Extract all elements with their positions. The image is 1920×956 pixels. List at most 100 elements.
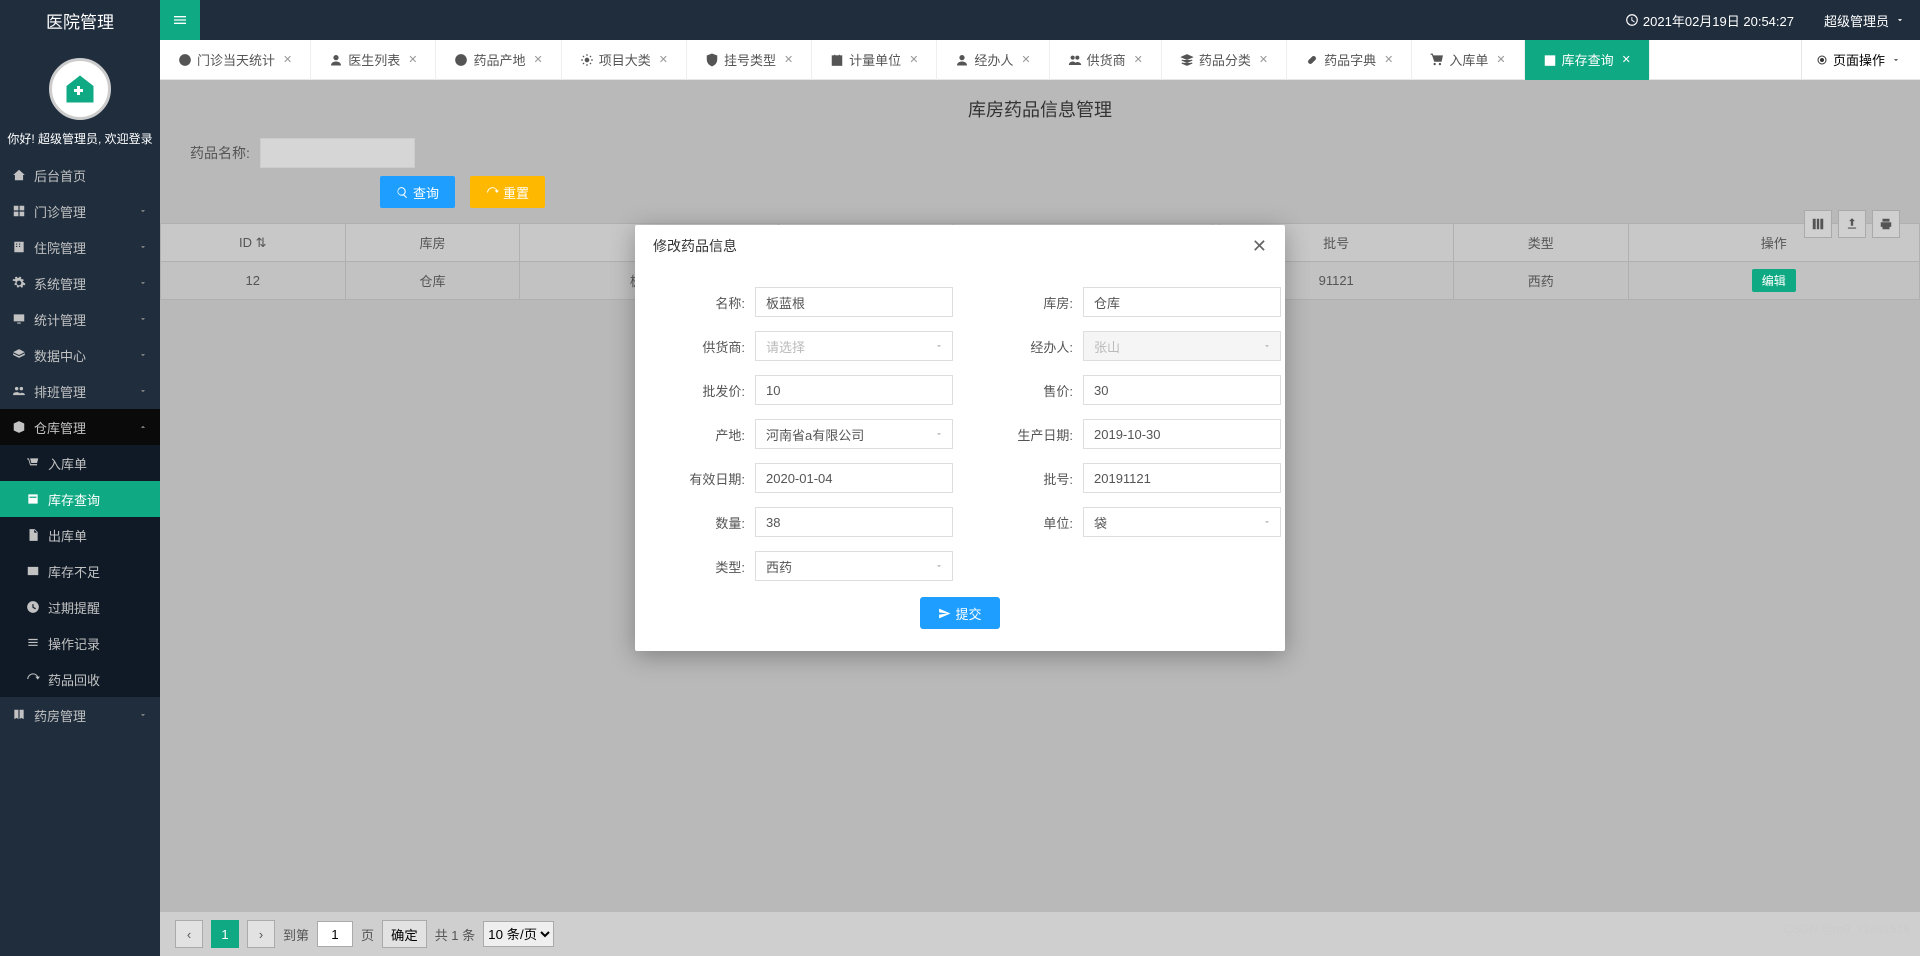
hospital-icon — [62, 71, 98, 107]
drug-name-input[interactable] — [260, 138, 415, 168]
inbox-icon — [26, 564, 40, 578]
close-icon[interactable]: ✕ — [1134, 53, 1143, 66]
page-size-select[interactable]: 10 条/页 — [483, 921, 554, 947]
sidebar-item-data[interactable]: 数据中心 — [0, 337, 160, 373]
hamburger-icon — [172, 12, 188, 28]
chevron-down-icon — [138, 242, 148, 252]
tab-agents[interactable]: 经办人✕ — [937, 40, 1049, 80]
exp-date-field[interactable] — [755, 463, 953, 493]
stack-icon — [1180, 53, 1194, 67]
close-icon[interactable]: ✕ — [1259, 53, 1268, 66]
sidebar-item-outpatient[interactable]: 门诊管理 — [0, 193, 160, 229]
chevron-up-icon — [138, 422, 148, 432]
sidebar-item-expiry[interactable]: 过期提醒 — [0, 589, 160, 625]
col-type[interactable]: 类型 — [1453, 224, 1628, 262]
next-page-button[interactable]: › — [247, 920, 275, 948]
box-icon — [12, 420, 26, 434]
price-field[interactable] — [1083, 375, 1281, 405]
tab-bar: 门诊当天统计✕ 医生列表✕ 药品产地✕ 项目大类✕ 挂号类型✕ 计量单位✕ 经办… — [160, 40, 1920, 80]
modal-close-button[interactable]: ✕ — [1252, 236, 1267, 257]
close-icon[interactable]: ✕ — [659, 53, 668, 66]
sidebar-item-inpatient[interactable]: 住院管理 — [0, 229, 160, 265]
name-field[interactable] — [755, 287, 953, 317]
tab-outpatient-stats[interactable]: 门诊当天统计✕ — [160, 40, 311, 80]
tab-categories[interactable]: 项目大类✕ — [562, 40, 687, 80]
wholesale-field[interactable] — [755, 375, 953, 405]
page-1-button[interactable]: 1 — [211, 920, 239, 948]
topbar: 医院管理 2021年02月19日 20:54:27 超级管理员 — [0, 0, 1920, 40]
sidebar-item-shortage[interactable]: 库存不足 — [0, 553, 160, 589]
sidebar-item-stats[interactable]: 统计管理 — [0, 301, 160, 337]
submit-button[interactable]: 提交 — [920, 597, 999, 629]
users-icon — [1068, 53, 1082, 67]
columns-button[interactable] — [1804, 210, 1832, 238]
list-icon — [26, 636, 40, 650]
type-select[interactable]: 西药 — [755, 551, 953, 581]
chevron-down-icon — [934, 341, 944, 351]
close-icon[interactable]: ✕ — [1384, 53, 1393, 66]
reset-button[interactable]: 重置 — [470, 176, 545, 208]
close-icon[interactable]: ✕ — [533, 53, 542, 66]
sidebar-item-warehouse[interactable]: 仓库管理 — [0, 409, 160, 445]
close-icon[interactable]: ✕ — [1622, 53, 1631, 66]
chevron-down-icon — [934, 429, 944, 439]
tab-units[interactable]: 计量单位✕ — [812, 40, 937, 80]
clock-icon — [26, 600, 40, 614]
edit-button[interactable]: 编辑 — [1752, 269, 1796, 292]
target-icon — [1816, 54, 1828, 66]
tab-inbound[interactable]: 入库单✕ — [1412, 40, 1524, 80]
export-button[interactable] — [1838, 210, 1866, 238]
calendar-icon — [26, 492, 40, 506]
sidebar-item-pharmacy[interactable]: 药房管理 — [0, 697, 160, 733]
col-store[interactable]: 库房 — [345, 224, 520, 262]
sidebar-item-recycle[interactable]: 药品回收 — [0, 661, 160, 697]
columns-icon — [1811, 217, 1825, 231]
calendar-icon — [1543, 53, 1557, 67]
goto-confirm-button[interactable]: 确定 — [382, 920, 427, 948]
export-icon — [1845, 217, 1859, 231]
user-dropdown[interactable]: 超级管理员 — [1824, 11, 1905, 30]
tab-origin[interactable]: 药品产地✕ — [436, 40, 561, 80]
users-icon — [12, 384, 26, 398]
sidebar-item-outbound[interactable]: 出库单 — [0, 517, 160, 553]
tab-stock-query[interactable]: 库存查询✕ — [1525, 40, 1650, 80]
close-icon[interactable]: ✕ — [1021, 53, 1030, 66]
gear-icon — [580, 53, 594, 67]
close-icon[interactable]: ✕ — [1496, 53, 1505, 66]
batch-field[interactable] — [1083, 463, 1281, 493]
menu-toggle-button[interactable] — [160, 0, 200, 40]
sidebar-item-system[interactable]: 系统管理 — [0, 265, 160, 301]
sidebar-item-stock-query[interactable]: 库存查询 — [0, 481, 160, 517]
store-field[interactable] — [1083, 287, 1281, 317]
sidebar-item-inbound[interactable]: 入库单 — [0, 445, 160, 481]
page-operations-dropdown[interactable]: 页面操作 — [1801, 40, 1920, 80]
print-button[interactable] — [1872, 210, 1900, 238]
tab-drug-dict[interactable]: 药品字典✕ — [1287, 40, 1412, 80]
close-icon[interactable]: ✕ — [283, 53, 292, 66]
sidebar-home[interactable]: 后台首页 — [0, 157, 160, 193]
origin-select[interactable]: 河南省a有限公司 — [755, 419, 953, 449]
prev-page-button[interactable]: ‹ — [175, 920, 203, 948]
tab-doctors[interactable]: 医生列表✕ — [311, 40, 436, 80]
search-button[interactable]: 查询 — [380, 176, 455, 208]
sidebar-item-logs[interactable]: 操作记录 — [0, 625, 160, 661]
search-icon — [396, 186, 409, 199]
sidebar-item-schedule[interactable]: 排班管理 — [0, 373, 160, 409]
close-icon[interactable]: ✕ — [408, 53, 417, 66]
tab-drug-cats[interactable]: 药品分类✕ — [1162, 40, 1287, 80]
goto-page-input[interactable] — [317, 921, 353, 947]
close-icon[interactable]: ✕ — [784, 53, 793, 66]
agent-select[interactable]: 张山 — [1083, 331, 1281, 361]
pagination: ‹ 1 › 到第 页 确定 共 1 条 10 条/页 — [160, 912, 1920, 956]
chevron-down-icon — [1262, 341, 1272, 351]
tab-suppliers[interactable]: 供货商✕ — [1050, 40, 1162, 80]
unit-select[interactable]: 袋 — [1083, 507, 1281, 537]
supplier-select[interactable]: 请选择 — [755, 331, 953, 361]
col-id[interactable]: ID ⇅ — [161, 224, 346, 262]
avatar — [49, 58, 111, 120]
close-icon[interactable]: ✕ — [909, 53, 918, 66]
tab-reg-type[interactable]: 挂号类型✕ — [687, 40, 812, 80]
qty-field[interactable] — [755, 507, 953, 537]
mfg-date-field[interactable] — [1083, 419, 1281, 449]
book-icon — [12, 708, 26, 722]
